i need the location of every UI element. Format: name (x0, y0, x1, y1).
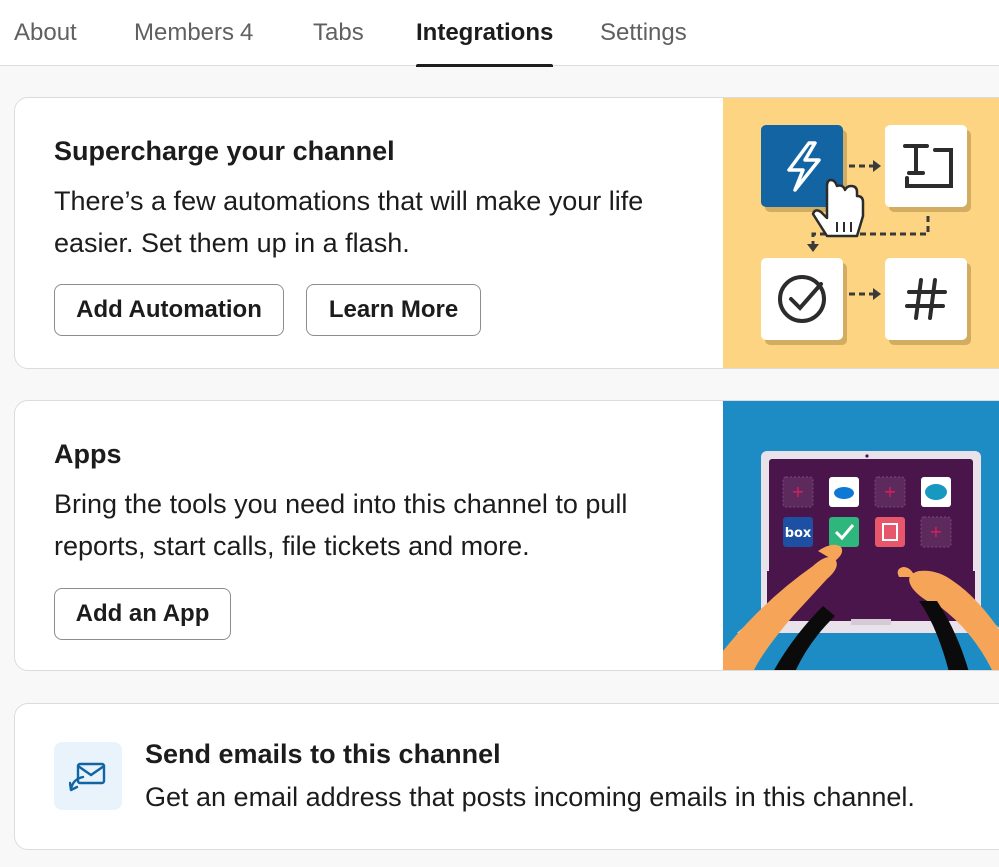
tab-tabs[interactable]: Tabs (313, 0, 364, 66)
svg-text:+: + (929, 522, 942, 541)
members-count: 4 (240, 19, 254, 46)
learn-more-button[interactable]: Learn More (306, 284, 481, 336)
apps-card-title: Apps (54, 439, 122, 469)
tab-about-label: About (14, 19, 77, 46)
tab-integrations[interactable]: Integrations (416, 0, 554, 67)
workflow-diagram-icon (723, 98, 999, 368)
svg-text:+: + (883, 482, 896, 501)
add-automation-button[interactable]: Add Automation (54, 284, 284, 336)
tab-about[interactable]: About (14, 0, 77, 66)
automation-card-description: There’s a few automations that will make… (54, 186, 644, 258)
automation-card: Supercharge your channel There’s a few a… (14, 97, 999, 369)
tab-settings-label: Settings (600, 19, 687, 46)
automation-illustration (723, 98, 999, 368)
box-app-icon: box (785, 526, 812, 541)
add-app-button[interactable]: Add an App (54, 588, 231, 640)
laptop-apps-icon: + + box + (723, 401, 999, 670)
tab-tabs-label: Tabs (313, 19, 364, 46)
apps-card-description: Bring the tools you need into this chann… (54, 489, 628, 561)
svg-text:+: + (791, 482, 804, 501)
email-forward-icon (69, 762, 106, 792)
email-card[interactable]: Send emails to this channel Get an email… (14, 703, 999, 850)
email-card-title: Send emails to this channel (145, 739, 501, 769)
automation-card-title: Supercharge your channel (54, 136, 395, 166)
apps-card: Apps Bring the tools you need into this … (14, 400, 999, 671)
tab-members-label: Members (134, 19, 235, 46)
email-icon-container (54, 742, 122, 810)
tab-integrations-label: Integrations (416, 19, 554, 46)
tab-settings[interactable]: Settings (600, 0, 687, 66)
channel-tab-bar: About Members 4 Tabs Integrations Setting… (0, 0, 999, 67)
apps-illustration: + + box + (723, 401, 999, 670)
tab-members[interactable]: Members 4 (134, 0, 253, 66)
email-card-description: Get an email address that posts incoming… (145, 782, 915, 812)
